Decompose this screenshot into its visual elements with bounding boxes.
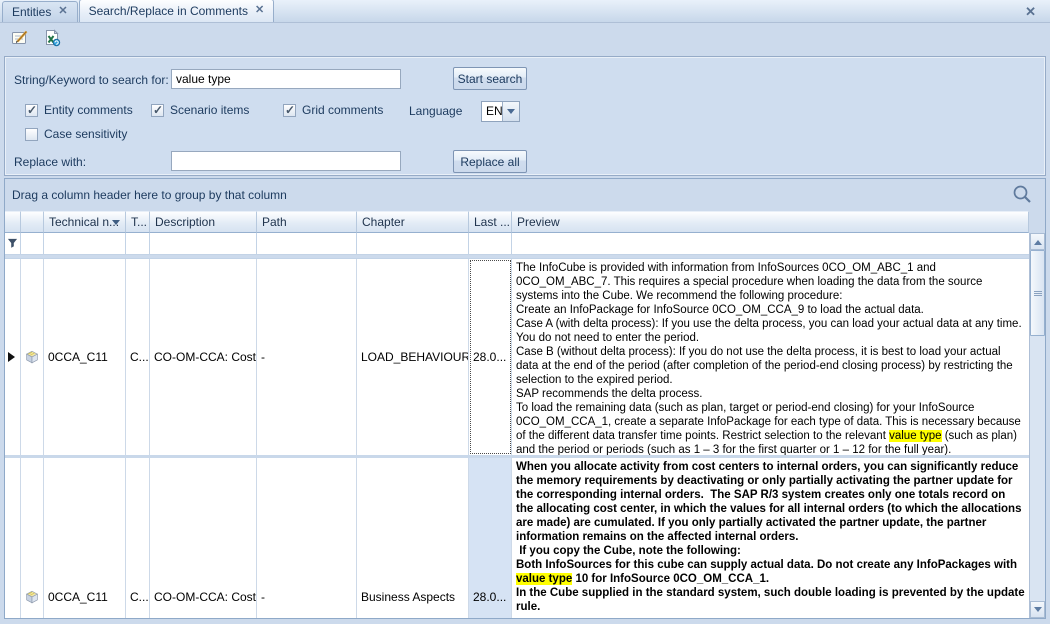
tab-entities-label: Entities	[12, 5, 51, 19]
preview-text: When you allocate activity from cost cen…	[516, 461, 1025, 571]
table-row[interactable]: 0CCA_C11 C... CO-OM-CCA: Cost... - LOAD_…	[5, 259, 1029, 458]
search-icon[interactable]	[1012, 184, 1033, 208]
scroll-up-arrow-icon	[1034, 236, 1042, 245]
cell-description[interactable]: CO-OM-CCA: Cost...	[150, 259, 257, 455]
tab-search-replace[interactable]: Search/Replace in Comments ✕	[79, 0, 275, 22]
filter-cell[interactable]	[357, 233, 469, 255]
cell-type[interactable]: C...	[126, 259, 150, 455]
header-chapter[interactable]: Chapter	[357, 211, 469, 233]
toolbar	[0, 23, 1050, 53]
header-type[interactable]: T...	[126, 211, 150, 233]
grid-comments-checkbox-box[interactable]	[283, 104, 296, 117]
case-sensitivity-label: Case sensitivity	[44, 127, 127, 141]
replace-all-button[interactable]: Replace all	[453, 150, 527, 173]
scenario-items-checkbox[interactable]: Scenario items	[151, 103, 249, 117]
cell-technical-name[interactable]: 0CCA_C11	[44, 458, 126, 618]
tab-search-replace-close-icon[interactable]: ✕	[255, 5, 264, 16]
header-technical-name-label: Technical n...	[49, 215, 119, 229]
filter-funnel-cell[interactable]	[5, 233, 21, 255]
search-input[interactable]	[171, 69, 401, 89]
cell-last-changed[interactable]: 28.0...	[469, 458, 512, 618]
row-indicator-cell	[5, 458, 21, 618]
scenario-items-label: Scenario items	[170, 103, 249, 117]
panel-close-icon[interactable]: ✕	[1025, 4, 1036, 20]
filter-cell[interactable]	[257, 233, 357, 255]
export-excel-icon[interactable]	[42, 28, 62, 48]
entity-cube-icon	[21, 458, 44, 618]
cell-preview[interactable]: When you allocate activity from cost cen…	[512, 458, 1029, 618]
cell-technical-name[interactable]: 0CCA_C11	[44, 259, 126, 455]
cell-chapter[interactable]: LOAD_BEHAVIOUR	[357, 259, 469, 455]
scroll-down-button[interactable]	[1030, 601, 1045, 618]
edit-comment-icon[interactable]	[10, 28, 30, 48]
replace-label: Replace with:	[14, 155, 86, 169]
scroll-down-arrow-icon	[1034, 607, 1042, 616]
language-select[interactable]: EN	[481, 101, 520, 122]
highlighted-match: value type	[516, 573, 572, 585]
case-sensitivity-checkbox-box[interactable]	[25, 128, 38, 141]
entity-comments-checkbox-box[interactable]	[25, 104, 38, 117]
vertical-scrollbar[interactable]	[1029, 233, 1045, 618]
table-row[interactable]: 0CCA_C11 C... CO-OM-CCA: Cost... - Busin…	[5, 458, 1029, 618]
scenario-items-checkbox-box[interactable]	[151, 104, 164, 117]
sort-descending-icon[interactable]	[112, 220, 120, 229]
search-label: String/Keyword to search for:	[14, 73, 169, 87]
cell-chapter[interactable]: Business Aspects	[357, 458, 469, 618]
group-by-hint: Drag a column header here to group by th…	[12, 188, 287, 202]
entity-comments-label: Entity comments	[44, 103, 133, 117]
filter-funnel-icon	[7, 238, 18, 249]
header-preview[interactable]: Preview	[512, 211, 1029, 233]
scrollbar-grip-icon	[1034, 291, 1042, 296]
chevron-down-icon	[507, 109, 515, 118]
results-grid: Drag a column header here to group by th…	[4, 178, 1046, 619]
tab-bar: Entities ✕ Search/Replace in Comments ✕ …	[0, 0, 1050, 23]
replace-input[interactable]	[171, 151, 401, 171]
filter-cell[interactable]	[21, 233, 44, 255]
header-description[interactable]: Description	[150, 211, 257, 233]
header-indicator[interactable]	[5, 211, 21, 233]
cell-path[interactable]: -	[257, 458, 357, 618]
filter-cell[interactable]	[469, 233, 512, 255]
filter-cell[interactable]	[512, 233, 1029, 255]
entity-cube-icon	[21, 259, 44, 455]
tab-search-replace-label: Search/Replace in Comments	[89, 4, 248, 18]
start-search-button[interactable]: Start search	[453, 67, 527, 90]
cell-description[interactable]: CO-OM-CCA: Cost...	[150, 458, 257, 618]
language-value: EN	[482, 102, 502, 121]
preview-text: The InfoCube is provided with informatio…	[516, 262, 1025, 442]
cell-type[interactable]: C...	[126, 458, 150, 618]
language-dropdown-button[interactable]	[502, 102, 519, 121]
header-technical-name[interactable]: Technical n...	[44, 211, 126, 233]
cell-last-changed[interactable]: 28.0...	[469, 259, 512, 455]
cell-path[interactable]: -	[257, 259, 357, 455]
header-last-changed[interactable]: Last ...	[469, 211, 512, 233]
cell-preview[interactable]: The InfoCube is provided with informatio…	[512, 259, 1029, 455]
filter-cell[interactable]	[44, 233, 126, 255]
tab-entities[interactable]: Entities ✕	[2, 1, 78, 22]
filter-cell[interactable]	[126, 233, 150, 255]
search-replace-form: String/Keyword to search for: Start sear…	[4, 56, 1046, 176]
tab-entities-close-icon[interactable]: ✕	[58, 6, 67, 17]
filter-cell[interactable]	[150, 233, 257, 255]
current-row-arrow-icon	[8, 352, 20, 362]
preview-text: 10 for InfoSource 0CO_OM_CCA_1. In the C…	[516, 573, 1028, 618]
language-label: Language	[409, 104, 462, 118]
header-icon[interactable]	[21, 211, 44, 233]
scrollbar-thumb[interactable]	[1030, 250, 1045, 336]
row-indicator-cell	[5, 259, 21, 455]
grid-body: 0CCA_C11 C... CO-OM-CCA: Cost... - LOAD_…	[5, 259, 1045, 618]
grid-filter-row	[5, 233, 1045, 255]
grid-header-row: Technical n... T... Description Path Cha…	[5, 211, 1045, 233]
grid-comments-label: Grid comments	[302, 103, 383, 117]
entity-comments-checkbox[interactable]: Entity comments	[25, 103, 133, 117]
scroll-up-button[interactable]	[1030, 233, 1045, 250]
scrollbar-track[interactable]	[1030, 336, 1045, 601]
case-sensitivity-checkbox[interactable]: Case sensitivity	[25, 127, 127, 141]
grid-comments-checkbox[interactable]: Grid comments	[283, 103, 383, 117]
highlighted-match: value type	[889, 430, 941, 442]
header-path[interactable]: Path	[257, 211, 357, 233]
group-by-bar: Drag a column header here to group by th…	[5, 179, 1045, 211]
